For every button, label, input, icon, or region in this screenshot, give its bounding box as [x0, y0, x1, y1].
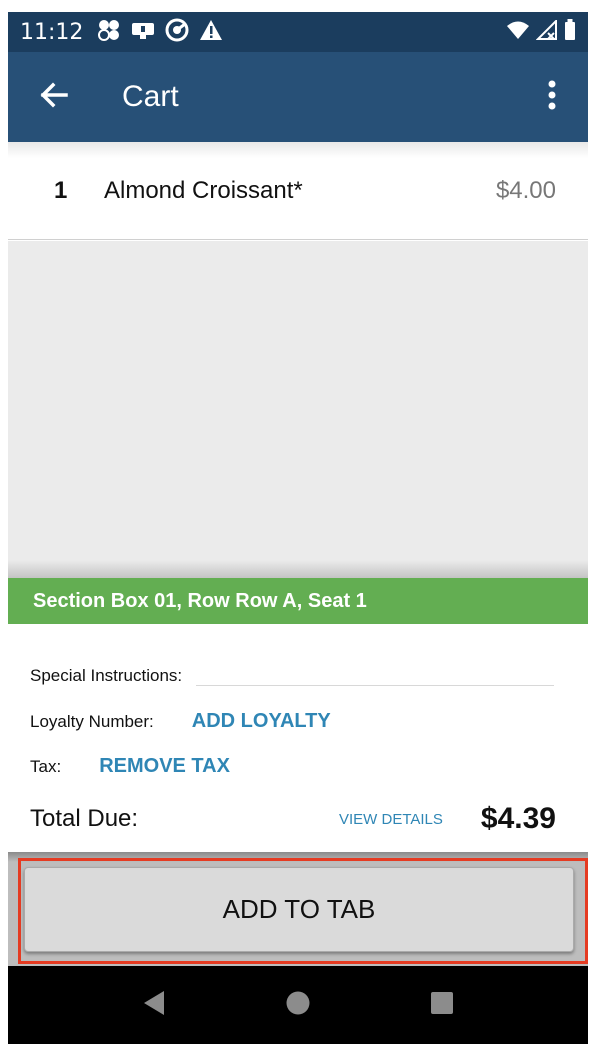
square-recents-icon: [430, 991, 454, 1020]
nav-back-button[interactable]: [124, 975, 184, 1035]
signal-icon: [535, 18, 558, 45]
total-due-value: $4.39: [480, 802, 556, 835]
nav-recents-button[interactable]: [412, 975, 472, 1035]
status-icons-left: [97, 18, 223, 46]
status-bar: 11:12: [8, 12, 588, 52]
order-details: Special Instructions: Loyalty Number: AD…: [8, 624, 588, 852]
overflow-menu-button[interactable]: [532, 67, 572, 127]
back-button[interactable]: [24, 67, 84, 127]
nav-home-button[interactable]: [268, 975, 328, 1035]
more-vert-icon: [548, 80, 556, 115]
app-screen: 11:12 Cart 1 Almond Croissant* $4.00 Sec…: [8, 12, 588, 1044]
footer-bar: ADD TO TAB: [8, 852, 588, 966]
triangle-back-icon: [142, 990, 166, 1021]
item-price: $4.00: [495, 176, 556, 204]
total-due-label: Total Due:: [30, 805, 139, 832]
seat-location-text: Section Box 01, Row Row A, Seat 1: [33, 589, 367, 612]
cast-icon: [131, 20, 155, 44]
item-quantity: 1: [54, 176, 68, 204]
wifi-icon: [506, 20, 530, 45]
add-loyalty-button[interactable]: ADD LOYALTY: [192, 710, 331, 733]
special-instructions-row: Special Instructions:: [30, 666, 554, 686]
remove-tax-button[interactable]: REMOVE TAX: [99, 755, 230, 778]
special-instructions-input[interactable]: [196, 666, 554, 686]
tax-row: Tax: REMOVE TAX: [30, 755, 230, 778]
vpn-icon: [165, 18, 189, 46]
total-row: Total Due: VIEW DETAILS $4.39: [30, 802, 556, 836]
cart-item-row[interactable]: 1 Almond Croissant* $4.00: [8, 142, 588, 240]
page-title: Cart: [122, 80, 179, 113]
cart-empty-area: [8, 241, 588, 577]
add-to-tab-button[interactable]: ADD TO TAB: [24, 867, 574, 952]
status-icons-right: [506, 18, 576, 46]
view-details-link[interactable]: VIEW DETAILS: [339, 811, 443, 828]
loyalty-number-label: Loyalty Number:: [30, 711, 154, 731]
app-bar: Cart: [8, 52, 588, 142]
circle-home-icon: [285, 990, 311, 1021]
alert-icon: [199, 19, 223, 45]
battery-icon: [564, 18, 576, 46]
system-nav-bar: [8, 966, 588, 1044]
item-name: Almond Croissant*: [104, 176, 303, 204]
loyalty-row: Loyalty Number: ADD LOYALTY: [30, 710, 331, 733]
tax-label: Tax:: [30, 756, 62, 776]
special-instructions-label: Special Instructions:: [30, 666, 183, 685]
clover-icon: [97, 19, 121, 45]
status-time: 11:12: [20, 19, 84, 45]
seat-location-banner: Section Box 01, Row Row A, Seat 1: [8, 578, 588, 624]
arrow-back-icon: [39, 80, 69, 115]
cart-divider-shadow: [8, 560, 588, 578]
